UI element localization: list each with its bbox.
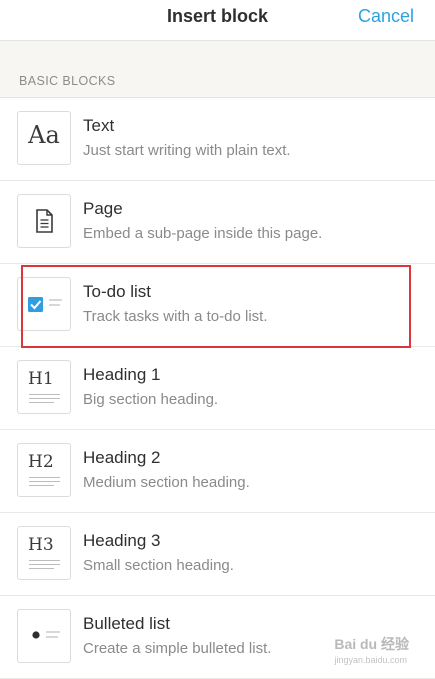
line-icon — [29, 564, 60, 565]
block-item-text[interactable]: Aa Text Just start writing with plain te… — [0, 98, 435, 181]
block-description: Just start writing with plain text. — [83, 142, 291, 159]
text-icon: Aa — [17, 111, 71, 165]
line-icon — [29, 560, 60, 561]
block-title: Text — [83, 116, 115, 135]
block-item-heading-1[interactable]: H1 Heading 1 Big section heading. — [0, 347, 435, 430]
block-description: Small section heading. — [83, 557, 234, 574]
watermark-url: jingyan.baidu.com — [334, 655, 407, 665]
block-title: Heading 3 — [83, 531, 161, 550]
heading-1-icon: H1 — [17, 360, 71, 414]
line-icon — [29, 481, 60, 482]
page-icon — [17, 194, 71, 248]
text-icon-glyph: Aa — [28, 121, 60, 149]
bullet-icon — [17, 609, 71, 663]
section-label: BASIC BLOCKS — [19, 74, 116, 88]
block-title: Heading 2 — [83, 448, 161, 467]
header-bar: Insert block Cancel — [0, 0, 435, 41]
block-description: Embed a sub-page inside this page. — [83, 225, 323, 242]
heading-3-icon: H3 — [17, 526, 71, 580]
block-description: Track tasks with a to-do list. — [83, 308, 268, 325]
line-icon — [29, 402, 54, 403]
line-icon — [29, 477, 60, 478]
block-item-heading-3[interactable]: H3 Heading 3 Small section heading. — [0, 513, 435, 596]
heading-1-glyph: H1 — [28, 369, 54, 389]
block-description: Big section heading. — [83, 391, 219, 408]
watermark-logo: Bai du 经验 — [334, 636, 409, 652]
line-icon — [29, 568, 54, 569]
checkbox-checked-icon — [28, 297, 62, 312]
cancel-button[interactable]: Cancel — [358, 6, 414, 27]
heading-3-glyph: H3 — [28, 535, 54, 555]
line-icon — [29, 398, 60, 399]
block-item-heading-2[interactable]: H2 Heading 2 Medium section heading. — [0, 430, 435, 513]
block-title: To-do list — [83, 282, 152, 301]
todo-checkbox-icon — [17, 277, 71, 331]
block-description: Create a simple bulleted list. — [83, 640, 272, 657]
heading-2-icon: H2 — [17, 443, 71, 497]
section-header: BASIC BLOCKS — [0, 41, 435, 98]
bullet-list-icon — [32, 631, 60, 639]
block-title: Heading 1 — [83, 365, 161, 384]
line-icon — [29, 394, 60, 395]
block-list: Aa Text Just start writing with plain te… — [0, 98, 435, 679]
block-title: Bulleted list — [83, 614, 170, 633]
page-document-icon — [36, 209, 53, 233]
block-title: Page — [83, 199, 123, 218]
block-item-todo-list[interactable]: To-do list Track tasks with a to-do list… — [0, 264, 435, 347]
block-description: Medium section heading. — [83, 474, 250, 491]
heading-2-glyph: H2 — [28, 452, 54, 472]
block-item-page[interactable]: Page Embed a sub-page inside this page. — [0, 181, 435, 264]
line-icon — [29, 485, 54, 486]
